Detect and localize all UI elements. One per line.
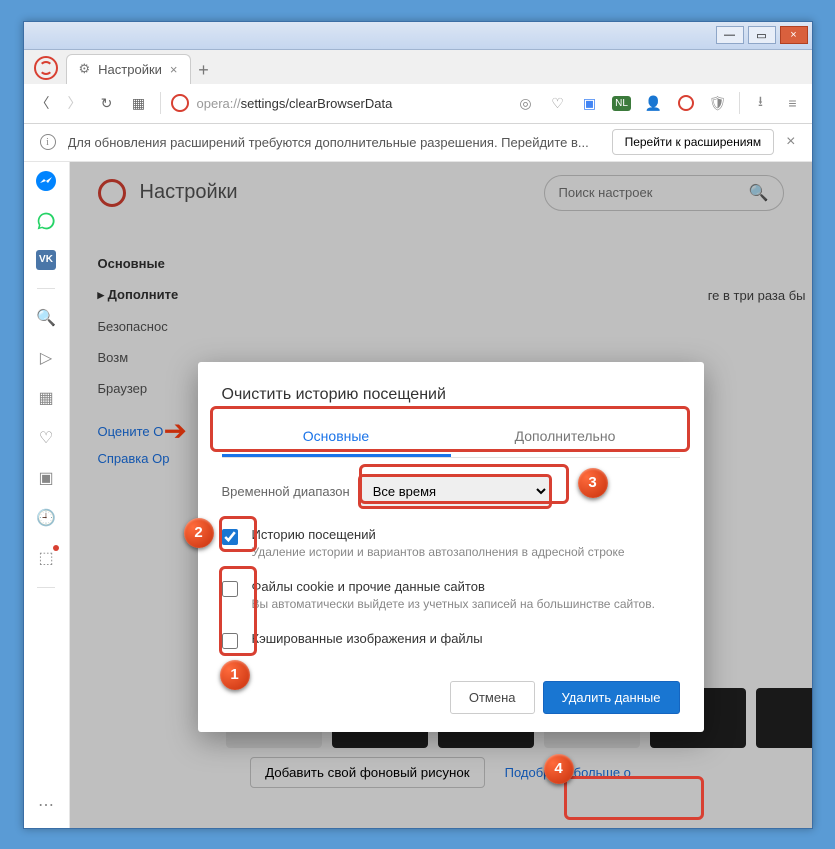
shield-icon[interactable]: 🛡 <box>707 92 729 114</box>
back-button[interactable]: 〈 <box>32 93 54 113</box>
tab-settings[interactable]: ⚙ Настройки × <box>66 54 191 84</box>
toolbar-divider <box>160 92 161 114</box>
dialog-title: Очистить историю посещений <box>198 386 704 418</box>
speed-dial-sidebar-icon[interactable]: ▦ <box>35 387 57 409</box>
check-cookies[interactable]: Файлы cookie и прочие данные сайтов Вы а… <box>222 569 680 621</box>
annotation-badge-2: 2 <box>184 518 214 548</box>
address-bar[interactable]: opera://settings/clearBrowserData <box>171 94 505 112</box>
opera-extension-icon[interactable] <box>675 92 697 114</box>
tab-basic[interactable]: Основные <box>222 418 451 457</box>
snapshot-icon[interactable]: ◎ <box>515 92 537 114</box>
forward-button: 〉 <box>64 93 86 113</box>
check-cookies-label: Файлы cookie и прочие данные сайтов <box>252 579 655 594</box>
translate-extension-icon[interactable]: ▣ <box>579 92 601 114</box>
sidebar-separator-2 <box>37 587 55 588</box>
time-range-label: Временной диапазон <box>222 484 350 499</box>
vk-icon[interactable]: VK <box>36 250 56 270</box>
nav-toolbar: 〈 〉 ↻ ▦ opera://settings/clearBrowserDat… <box>24 84 812 124</box>
time-range-select[interactable]: Все время <box>360 476 550 507</box>
personal-news-icon[interactable]: ▷ <box>35 347 57 369</box>
tab-strip: ⚙ Настройки × + <box>24 50 812 84</box>
extension-info-bar: i Для обновления расширений требуются до… <box>24 124 812 162</box>
infobar-text: Для обновления расширений требуются допо… <box>68 135 600 150</box>
sidebar-more-icon[interactable]: ⋯ <box>35 794 57 816</box>
time-range-row: Временной диапазон Все время <box>198 458 704 513</box>
reload-button[interactable]: ↻ <box>96 95 118 112</box>
gear-icon: ⚙ <box>79 61 91 77</box>
annotation-badge-1: 1 <box>220 660 250 690</box>
info-icon: i <box>40 134 56 150</box>
dialog-tabs: Основные Дополнительно <box>222 418 680 458</box>
check-cache[interactable]: Кэшированные изображения и файлы <box>222 621 680 659</box>
bookmarks-icon[interactable]: ♡ <box>35 427 57 449</box>
whatsapp-icon[interactable] <box>35 210 57 232</box>
opera-badge-icon <box>171 94 189 112</box>
checkbox-group: Историю посещений Удаление истории и вар… <box>198 513 704 663</box>
check-cache-label: Кэшированные изображения и файлы <box>252 631 483 646</box>
main-area: VK 🔍 ▷ ▦ ♡ ▣ 🕘 ⬚ ⋯ Настройки 🔍 <box>24 162 812 828</box>
new-tab-button[interactable]: + <box>191 58 217 84</box>
url-text: opera://settings/clearBrowserData <box>197 96 393 111</box>
annotation-badge-3: 3 <box>578 468 608 498</box>
heart-icon[interactable]: ♡ <box>547 92 569 114</box>
maximize-button[interactable]: ▭ <box>748 26 776 44</box>
nl-extension-icon[interactable]: NL <box>611 92 633 114</box>
check-history-sub: Удаление истории и вариантов автозаполне… <box>252 545 625 559</box>
infobar-close-icon[interactable]: × <box>786 133 795 151</box>
check-cookies-box[interactable] <box>222 581 238 597</box>
messenger-sidebar: VK 🔍 ▷ ▦ ♡ ▣ 🕘 ⬚ ⋯ <box>24 162 70 828</box>
tab-close-icon[interactable]: × <box>170 62 178 77</box>
check-history-label: Историю посещений <box>252 527 625 542</box>
download-icon[interactable]: ⭳ <box>750 92 772 114</box>
history-icon[interactable]: 🕘 <box>35 507 57 529</box>
sidebar-separator <box>37 288 55 289</box>
close-window-button[interactable]: × <box>780 26 808 44</box>
tab-advanced-dialog[interactable]: Дополнительно <box>451 418 680 457</box>
messenger-icon[interactable] <box>35 170 57 192</box>
check-history-box[interactable] <box>222 529 238 545</box>
tab-title: Настройки <box>98 62 162 77</box>
search-sidebar-icon[interactable]: 🔍 <box>35 307 57 329</box>
browser-window: — ▭ × ⚙ Настройки × + 〈 〉 ↻ ▦ opera://se… <box>23 21 813 829</box>
check-cache-box[interactable] <box>222 633 238 649</box>
annotation-arrow-icon: ➔ <box>164 414 187 447</box>
extensions-sidebar-icon[interactable]: ⬚ <box>35 547 57 569</box>
dialog-footer: Отмена Удалить данные <box>198 663 704 714</box>
clear-data-dialog: Очистить историю посещений Основные Допо… <box>198 362 704 732</box>
easy-setup-icon[interactable]: ≡ <box>782 92 804 114</box>
tabs-icon[interactable]: ▣ <box>35 467 57 489</box>
minimize-button[interactable]: — <box>716 26 744 44</box>
check-history[interactable]: Историю посещений Удаление истории и вар… <box>222 517 680 569</box>
delete-data-button[interactable]: Удалить данные <box>543 681 680 714</box>
go-to-extensions-button[interactable]: Перейти к расширениям <box>612 129 775 155</box>
check-cookies-sub: Вы автоматически выйдете из учетных запи… <box>252 597 655 611</box>
cancel-button[interactable]: Отмена <box>450 681 535 714</box>
toolbar-divider-2 <box>739 92 740 114</box>
window-titlebar: — ▭ × <box>24 22 812 50</box>
user-extension-icon[interactable]: 👤 <box>643 92 665 114</box>
annotation-badge-4: 4 <box>544 754 574 784</box>
speed-dial-icon[interactable]: ▦ <box>128 95 150 112</box>
opera-menu-icon[interactable] <box>34 56 58 80</box>
